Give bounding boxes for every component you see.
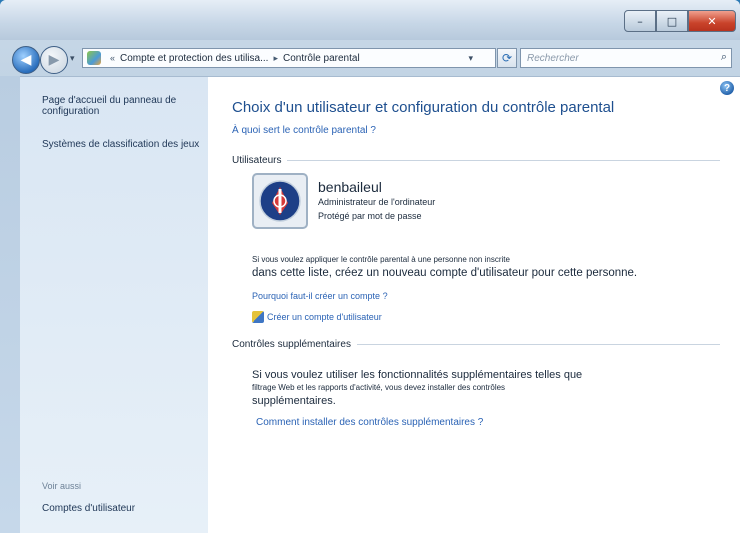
- extra-controls-text-2: filtrage Web et les rapports d'activité,…: [252, 383, 506, 392]
- breadcrumb-parental-accounts[interactable]: Compte et protection des utilisa...: [120, 53, 268, 64]
- title-bar: – □ ✕: [0, 0, 740, 40]
- users-section-header: Utilisateurs: [232, 155, 720, 166]
- sidebar-link-user-accounts[interactable]: Comptes d'utilisateur: [42, 503, 135, 514]
- page-title: Choix d'un utilisateur et configuration …: [232, 99, 615, 116]
- what-is-parental-control-link[interactable]: À quoi sert le contrôle parental ?: [232, 125, 376, 136]
- recent-pages-dropdown[interactable]: ▾: [70, 54, 75, 64]
- refresh-button[interactable]: ⟳: [497, 48, 517, 68]
- users-header-label: Utilisateurs: [232, 155, 282, 166]
- back-arrow-icon: ◀: [20, 52, 32, 68]
- shield-icon: [252, 311, 264, 323]
- search-placeholder: Rechercher: [527, 52, 579, 64]
- forward-arrow-icon: ▶: [48, 52, 60, 68]
- user-avatar[interactable]: [252, 173, 308, 229]
- user-role: Administrateur de l'ordinateur: [318, 197, 436, 207]
- breadcrumb-arrow-icon[interactable]: ▸: [273, 53, 278, 64]
- address-dropdown-icon[interactable]: ▾: [468, 53, 473, 64]
- sidebar-link-game-ratings[interactable]: Systèmes de classification des jeux: [42, 139, 206, 150]
- search-input[interactable]: Rechercher ⌕: [520, 48, 732, 68]
- back-button[interactable]: ◀: [12, 46, 40, 74]
- search-icon[interactable]: ⌕: [721, 51, 727, 64]
- install-extra-controls-link[interactable]: Comment installer des contrôles suppléme…: [256, 417, 483, 428]
- section-divider: [287, 160, 720, 161]
- add-user-hint-large: dans cette liste, créez un nouveau compt…: [252, 267, 638, 279]
- section-divider: [356, 344, 720, 345]
- window-left-frame: [0, 76, 20, 533]
- forward-button[interactable]: ▶: [40, 46, 68, 74]
- control-panel-window: – □ ✕ ◀ ▶ ▾ « Compte et protection des u…: [0, 0, 740, 533]
- main-content: ? Choix d'un utilisateur et configuratio…: [208, 76, 740, 533]
- breadcrumb-separator-icon[interactable]: «: [110, 53, 115, 63]
- help-icon[interactable]: ?: [720, 81, 734, 95]
- address-bar[interactable]: « Compte et protection des utilisa... ▸ …: [82, 48, 496, 68]
- sidebar-link-control-panel-home[interactable]: Page d'accueil du panneau de configurati…: [42, 95, 206, 117]
- close-button[interactable]: ✕: [688, 10, 736, 32]
- minimize-button[interactable]: –: [624, 10, 656, 32]
- extra-controls-label: Contrôles supplémentaires: [232, 339, 351, 350]
- why-create-account-link[interactable]: Pourquoi faut-il créer un compte ?: [252, 291, 388, 301]
- task-pane: Page d'accueil du panneau de configurati…: [20, 76, 208, 533]
- refresh-icon: ⟳: [501, 51, 513, 65]
- add-user-hint-small: Si vous voulez appliquer le contrôle par…: [252, 255, 510, 264]
- extra-controls-text-3: supplémentaires.: [252, 395, 336, 407]
- breadcrumb-parental-control[interactable]: Contrôle parental: [283, 53, 360, 64]
- user-password-status: Protégé par mot de passe: [318, 211, 422, 221]
- control-panel-icon: [87, 51, 101, 65]
- user-name[interactable]: benbaileul: [318, 179, 382, 195]
- extra-controls-text-1: Si vous voulez utiliser les fonctionnali…: [252, 369, 583, 381]
- user-avatar-icon: [259, 180, 301, 222]
- extra-controls-section-header: Contrôles supplémentaires: [232, 339, 720, 350]
- maximize-button[interactable]: □: [656, 10, 688, 32]
- create-account-label: Créer un compte d'utilisateur: [267, 312, 382, 322]
- see-also-label: Voir aussi: [42, 481, 82, 491]
- navigation-bar: ◀ ▶ ▾ « Compte et protection des utilisa…: [0, 40, 740, 76]
- create-account-link[interactable]: Créer un compte d'utilisateur: [252, 311, 382, 323]
- window-controls: – □ ✕: [624, 10, 736, 32]
